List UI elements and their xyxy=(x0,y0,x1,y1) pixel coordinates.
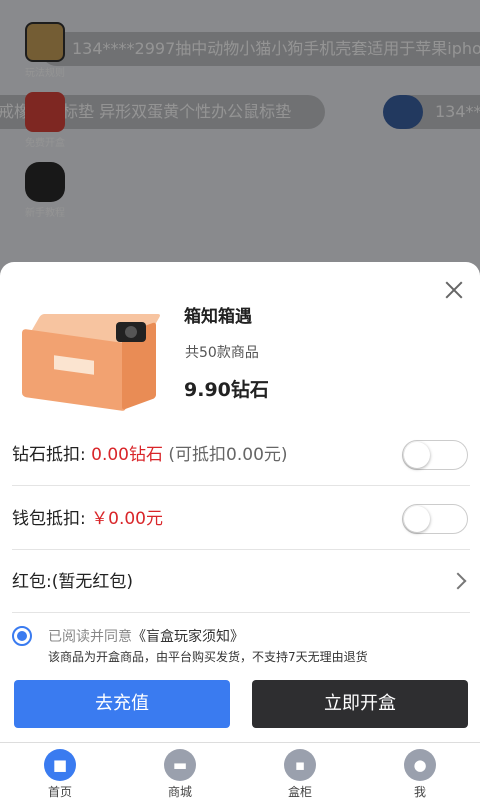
user-icon: ● xyxy=(404,749,436,781)
diamond-deduction-row: 钻石抵扣: 0.00钻石 (可抵扣0.00元) xyxy=(12,424,470,486)
player-notice-link[interactable]: 《盲盒玩家须知》 xyxy=(132,629,244,645)
agreement-text: 已阅读并同意《盲盒玩家须知》 xyxy=(48,626,244,646)
tab-me[interactable]: ● 我 xyxy=(380,749,460,800)
wallet-value: ￥0.00元 xyxy=(91,509,163,529)
box-icon: ■ xyxy=(44,749,76,781)
tab-home-label: 首页 xyxy=(47,785,72,799)
redpacket-row[interactable]: 红包:(暂无红包) xyxy=(12,551,470,613)
open-box-button[interactable]: 立即开盒 xyxy=(252,680,468,728)
product-price: 9.90钻石 xyxy=(184,379,269,401)
wallet-deduction-row: 钱包抵扣: ￥0.00元 xyxy=(12,488,470,550)
chevron-right-icon xyxy=(449,572,467,590)
close-icon[interactable] xyxy=(442,278,466,302)
recharge-button[interactable]: 去充值 xyxy=(14,680,230,728)
tab-me-label: 我 xyxy=(413,785,426,799)
tab-cabinet-label: 盒柜 xyxy=(287,785,312,799)
diamond-label: 钻石抵扣: xyxy=(12,445,86,465)
product-title: 箱知箱遇 xyxy=(184,307,252,327)
camera-icon xyxy=(116,322,146,342)
agreement-prefix: 已阅读并同意 xyxy=(48,629,132,645)
product-count: 共50款商品 xyxy=(185,345,259,361)
purchase-sheet: 箱知箱遇 共50款商品 9.90钻石 钻石抵扣: 0.00钻石 (可抵扣0.00… xyxy=(0,262,480,742)
return-policy-notice: 该商品为开盒商品，由平台购买发货，不支持7天无理由退货 xyxy=(48,650,368,664)
diamond-toggle[interactable] xyxy=(402,440,468,470)
wallet-toggle[interactable] xyxy=(402,504,468,534)
bottom-tab-bar: ■ 首页 ▬ 商城 ▪ 盒柜 ● 我 xyxy=(0,742,480,800)
store-icon: ▬ xyxy=(164,749,196,781)
product-image xyxy=(18,308,162,412)
redpacket-label: 红包:(暂无红包) xyxy=(12,572,133,592)
tab-home[interactable]: ■ 首页 xyxy=(20,749,100,800)
tab-cabinet[interactable]: ▪ 盒柜 xyxy=(260,749,340,800)
diamond-note: (可抵扣0.00元) xyxy=(168,445,288,465)
tab-store[interactable]: ▬ 商城 xyxy=(140,749,220,800)
wallet-label: 钱包抵扣: xyxy=(12,509,86,529)
diamond-value: 0.00钻石 xyxy=(91,445,163,465)
agree-radio[interactable] xyxy=(12,626,32,646)
tab-store-label: 商城 xyxy=(167,785,192,799)
cabinet-icon: ▪ xyxy=(284,749,316,781)
